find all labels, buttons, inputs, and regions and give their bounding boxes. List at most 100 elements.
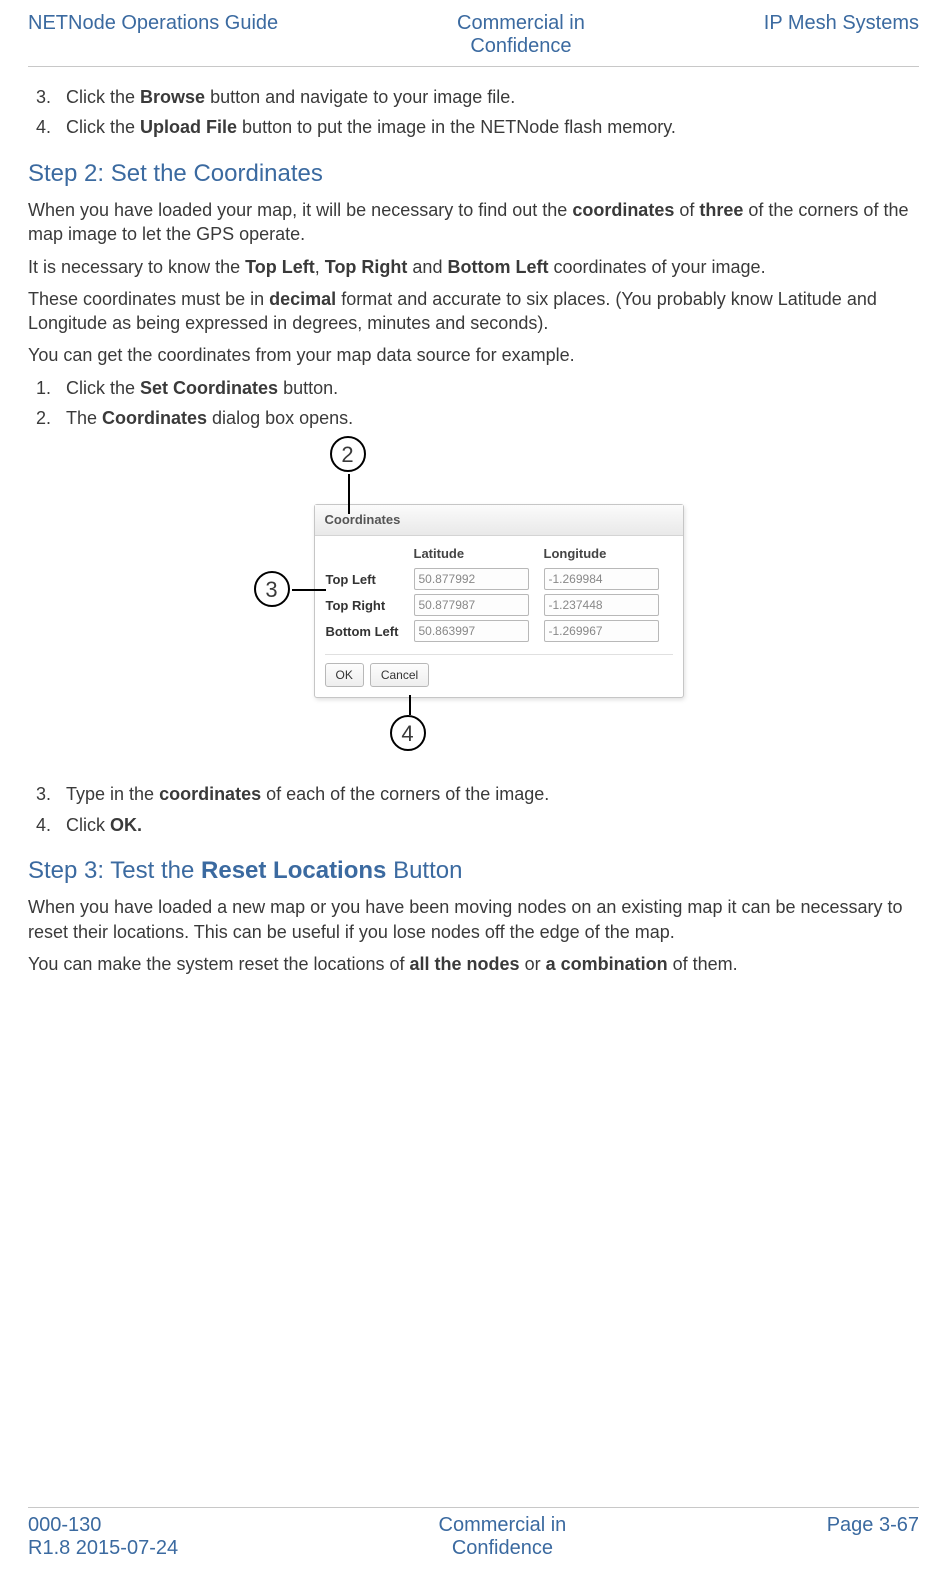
bottom-left-lon-input[interactable]: [544, 620, 659, 642]
row-top-right: Top Right: [325, 592, 413, 618]
footer-left: 000-130 R1.8 2015-07-24: [28, 1514, 178, 1560]
coordinates-table: Latitude Longitude Top Left Top Right: [325, 544, 673, 645]
dialog-title: Coordinates: [315, 505, 683, 536]
text: Step 3: Test the: [28, 857, 201, 884]
cancel-button[interactable]: Cancel: [370, 663, 429, 687]
text: ,: [315, 257, 325, 277]
coordinates-dialog-figure: 2 3 4 Coordinates Latitude Longitude: [28, 436, 919, 776]
text: button to put the image in the NETNode f…: [237, 117, 676, 137]
page: NETNode Operations Guide Commercial in C…: [0, 0, 947, 1574]
dialog-body: Latitude Longitude Top Left Top Right: [315, 536, 683, 698]
footer-page-number: Page 3-67: [827, 1514, 919, 1537]
callout-line: [292, 589, 326, 591]
page-header: NETNode Operations Guide Commercial in C…: [28, 0, 919, 58]
callout-4: 4: [390, 715, 426, 751]
header-center-line1: Commercial in: [457, 12, 585, 34]
list-item: Click the Upload File button to put the …: [56, 115, 919, 139]
callout-3: 3: [254, 571, 290, 607]
bold: all the nodes: [410, 954, 520, 974]
intro-list: Click the Browse button and navigate to …: [28, 85, 919, 140]
list-item: Click the Set Coordinates button.: [56, 376, 919, 400]
text: Type in the: [66, 784, 159, 804]
text: coordinates of your image.: [548, 257, 765, 277]
callout-2: 2: [330, 436, 366, 472]
col-latitude: Latitude: [413, 544, 543, 567]
text: Button: [386, 857, 462, 884]
bold: Reset Locations: [201, 857, 386, 884]
bottom-left-lat-input[interactable]: [414, 620, 529, 642]
paragraph: These coordinates must be in decimal for…: [28, 287, 919, 336]
step2-list-cont: Type in the coordinates of each of the c…: [28, 782, 919, 837]
text: These coordinates must be in: [28, 289, 269, 309]
paragraph: When you have loaded a new map or you ha…: [28, 895, 919, 944]
text: Click the: [66, 87, 140, 107]
bold: Coordinates: [102, 408, 207, 428]
top-right-lat-input[interactable]: [414, 594, 529, 616]
text: When you have loaded your map, it will b…: [28, 200, 572, 220]
text: You can make the system reset the locati…: [28, 954, 410, 974]
text: of them.: [668, 954, 738, 974]
callout-line: [409, 695, 411, 715]
text: Commercial in: [439, 1514, 567, 1536]
header-right: IP Mesh Systems: [764, 12, 919, 35]
step2-heading: Step 2: Set the Coordinates: [28, 158, 919, 190]
bold: coordinates: [572, 200, 674, 220]
bold: three: [699, 200, 743, 220]
col-longitude: Longitude: [543, 544, 673, 567]
dialog-button-row: OK Cancel: [325, 654, 673, 687]
callout-line: [348, 474, 350, 514]
footer-rule: [28, 1507, 919, 1508]
bold: a combination: [546, 954, 668, 974]
text: button.: [278, 378, 338, 398]
step2-list: Click the Set Coordinates button. The Co…: [28, 376, 919, 431]
paragraph: You can make the system reset the locati…: [28, 952, 919, 976]
footer-row: 000-130 R1.8 2015-07-24 Commercial in Co…: [28, 1514, 919, 1574]
top-left-lat-input[interactable]: [414, 568, 529, 590]
ok-button[interactable]: OK: [325, 663, 364, 687]
text: Click: [66, 815, 110, 835]
page-footer: 000-130 R1.8 2015-07-24 Commercial in Co…: [28, 1507, 919, 1574]
text: or: [520, 954, 546, 974]
text: button and navigate to your image file.: [205, 87, 515, 107]
bold: OK.: [110, 815, 142, 835]
text: Click the: [66, 117, 140, 137]
figure-canvas: 2 3 4 Coordinates Latitude Longitude: [254, 436, 694, 776]
footer-revision: R1.8 2015-07-24: [28, 1537, 178, 1559]
text: It is necessary to know the: [28, 257, 245, 277]
list-item: Click OK.: [56, 813, 919, 837]
bold: Top Left: [245, 257, 315, 277]
bold: Browse: [140, 87, 205, 107]
list-item: The Coordinates dialog box opens.: [56, 406, 919, 430]
text: dialog box opens.: [207, 408, 353, 428]
text: Confidence: [452, 1537, 553, 1559]
coordinates-dialog: Coordinates Latitude Longitude Top Left: [314, 504, 684, 698]
text: and: [407, 257, 447, 277]
bold: decimal: [269, 289, 336, 309]
row-bottom-left: Bottom Left: [325, 618, 413, 644]
footer-center: Commercial in Confidence: [439, 1514, 567, 1560]
text: of each of the corners of the image.: [261, 784, 549, 804]
footer-doc-id: 000-130: [28, 1514, 101, 1536]
list-item: Click the Browse button and navigate to …: [56, 85, 919, 109]
top-right-lon-input[interactable]: [544, 594, 659, 616]
paragraph: You can get the coordinates from your ma…: [28, 343, 919, 367]
text: Click the: [66, 378, 140, 398]
top-left-lon-input[interactable]: [544, 568, 659, 590]
bold: Bottom Left: [447, 257, 548, 277]
bold: Upload File: [140, 117, 237, 137]
paragraph: When you have loaded your map, it will b…: [28, 198, 919, 247]
row-top-left: Top Left: [325, 566, 413, 592]
text: of: [674, 200, 699, 220]
paragraph: It is necessary to know the Top Left, To…: [28, 255, 919, 279]
bold: coordinates: [159, 784, 261, 804]
bold: Top Right: [325, 257, 408, 277]
text: The: [66, 408, 102, 428]
bold: Set Coordinates: [140, 378, 278, 398]
content: Click the Browse button and navigate to …: [28, 79, 919, 1507]
header-left: NETNode Operations Guide: [28, 12, 278, 35]
step3-heading: Step 3: Test the Reset Locations Button: [28, 855, 919, 887]
header-center-line2: Confidence: [470, 35, 571, 57]
list-item: Type in the coordinates of each of the c…: [56, 782, 919, 806]
header-rule: [28, 66, 919, 67]
header-center: Commercial in Confidence: [457, 12, 585, 58]
